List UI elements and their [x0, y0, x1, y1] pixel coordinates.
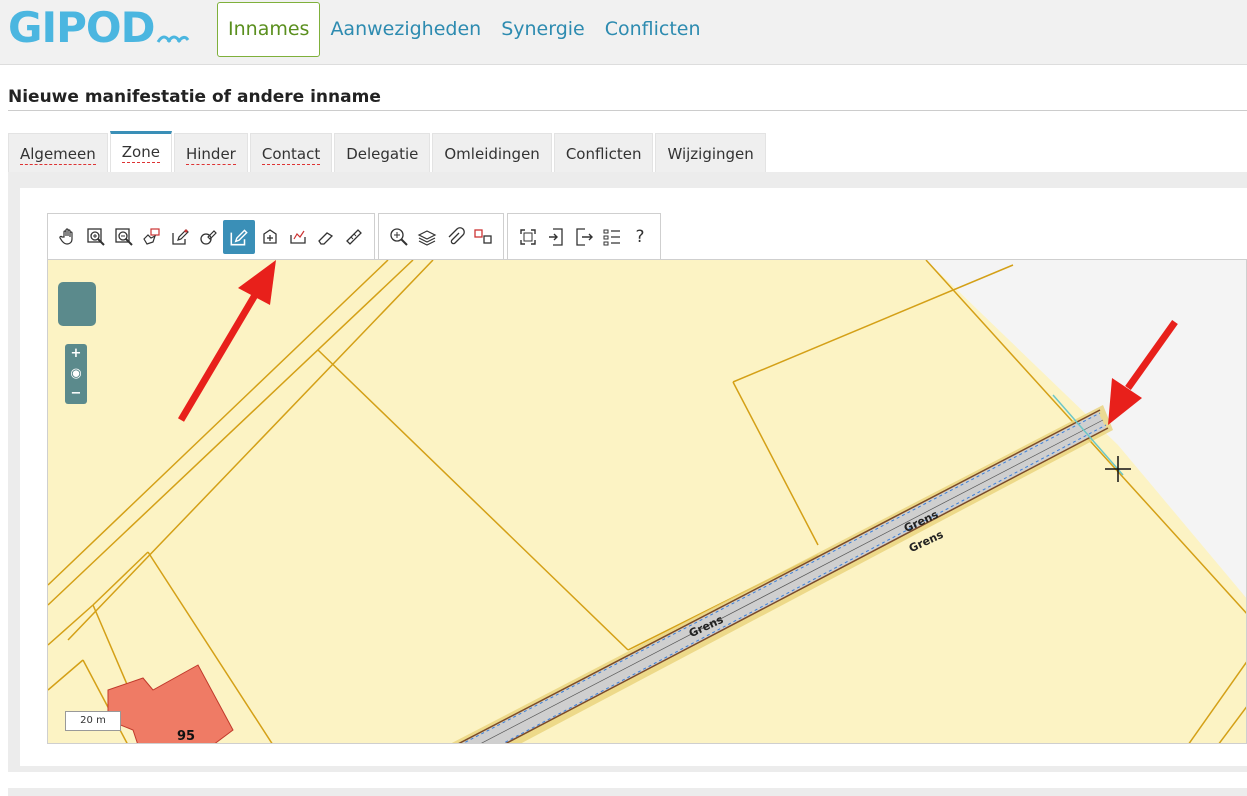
bottom-strip — [8, 788, 1247, 796]
attach-icon[interactable] — [442, 224, 468, 250]
pan-control[interactable] — [58, 282, 96, 326]
tab-label: Delegatie — [346, 145, 419, 163]
toolbar-group-view: ? — [507, 213, 661, 259]
nav-conflicten[interactable]: Conflicten — [595, 3, 711, 56]
pan-hand-icon[interactable] — [55, 224, 81, 250]
page-title: Nieuwe manifestatie of andere inname — [8, 87, 381, 107]
eraser-icon[interactable] — [313, 224, 339, 250]
tab-delegatie[interactable]: Delegatie — [334, 133, 431, 173]
map-toolbar: ? — [47, 213, 664, 259]
tab-conflicten[interactable]: Conflicten — [553, 133, 654, 173]
title-divider — [8, 110, 1247, 111]
nav-aanwezigheden[interactable]: Aanwezigheden — [320, 3, 491, 56]
draw-edit-icon[interactable] — [167, 224, 193, 250]
tab-omleidingen[interactable]: Omleidingen — [432, 133, 552, 173]
tab-label: Zone — [121, 143, 160, 163]
layers-icon[interactable] — [414, 224, 440, 250]
logo-text: GIPOD — [8, 3, 155, 52]
main-nav: Innames Aanwezigheden Synergie Conflicte… — [217, 2, 711, 57]
form-tabs: Algemeen Zone Hinder Contact Delegatie O… — [8, 131, 768, 173]
zoom-control: + ◉ − — [65, 344, 87, 404]
search-map-icon[interactable] — [386, 224, 412, 250]
tab-wijzigingen[interactable]: Wijzigingen — [655, 133, 766, 173]
tab-zone[interactable]: Zone — [109, 131, 172, 173]
scale-bar: 20 m — [65, 711, 121, 731]
import-shape-icon[interactable] — [285, 224, 311, 250]
globe-icon[interactable]: ◉ — [65, 364, 87, 384]
draw-line-icon[interactable] — [223, 219, 255, 254]
zoom-in-button[interactable]: + — [65, 344, 87, 364]
select-hand-icon[interactable] — [139, 224, 165, 250]
tab-hinder[interactable]: Hinder — [173, 133, 248, 173]
export-icon[interactable] — [571, 224, 597, 250]
measure-ruler-icon[interactable] — [341, 224, 367, 250]
help-icon[interactable]: ? — [627, 224, 653, 250]
tab-label: Algemeen — [20, 145, 96, 165]
legend-icon[interactable] — [599, 224, 625, 250]
draw-polygon-icon[interactable] — [257, 224, 283, 250]
top-bar: GIPOD Innames Aanwezigheden Synergie Con… — [0, 0, 1247, 65]
logo-waves-icon — [157, 35, 190, 43]
parcel-number: 95 — [177, 729, 196, 744]
zoom-out-button[interactable]: − — [65, 384, 87, 404]
tab-label: Omleidingen — [444, 145, 540, 163]
tab-algemeen[interactable]: Algemeen — [8, 133, 108, 173]
draw-point-icon[interactable] — [195, 224, 221, 250]
import-icon[interactable] — [543, 224, 569, 250]
nav-innames[interactable]: Innames — [217, 2, 321, 57]
swap-icon[interactable] — [470, 224, 496, 250]
nav-synergie[interactable]: Synergie — [491, 3, 595, 56]
toolbar-group-search — [378, 213, 504, 259]
tab-label: Contact — [261, 145, 321, 165]
zoom-in-box-icon[interactable] — [83, 224, 109, 250]
map-graphics — [48, 260, 1246, 743]
tab-contact[interactable]: Contact — [249, 133, 333, 173]
toolbar-group-edit — [47, 213, 375, 259]
annotation-arrow-toolbar — [177, 260, 276, 422]
tab-label: Conflicten — [565, 145, 642, 163]
fullscreen-icon[interactable] — [515, 224, 541, 250]
map-canvas[interactable]: + ◉ − 20 m 95 Grens Grens Grens — [47, 259, 1247, 744]
tab-label: Wijzigingen — [667, 145, 754, 163]
zoom-out-box-icon[interactable] — [111, 224, 137, 250]
gipod-logo[interactable]: GIPOD — [8, 4, 190, 52]
tab-label: Hinder — [185, 145, 236, 165]
